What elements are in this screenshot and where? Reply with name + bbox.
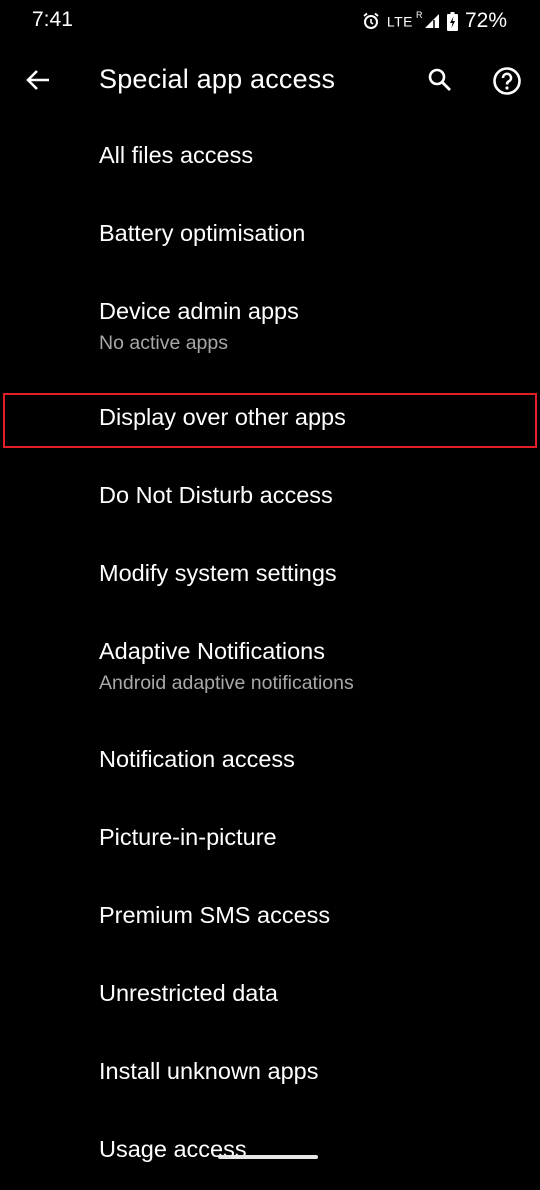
list-item-install-unknown-apps[interactable]: Install unknown apps: [0, 1034, 540, 1112]
status-bar: 7:41 LTE R 72%: [0, 0, 540, 44]
search-icon: [428, 68, 451, 91]
help-circle-icon: [493, 67, 521, 95]
help-button[interactable]: [490, 64, 524, 98]
item-title: All files access: [99, 142, 254, 168]
item-title: Device admin apps: [99, 298, 299, 324]
status-icons: LTE R 72%: [362, 8, 507, 34]
item-title: Unrestricted data: [99, 980, 278, 1006]
list-item-notification-access[interactable]: Notification access: [0, 722, 540, 800]
list-item-device-admin-apps[interactable]: Device admin apps No active apps: [0, 274, 540, 380]
list-item-unrestricted-data[interactable]: Unrestricted data: [0, 956, 540, 1034]
gesture-navigation-handle[interactable]: [218, 1155, 318, 1159]
lte-icon: LTE R: [386, 9, 423, 30]
item-title: Notification access: [99, 746, 295, 772]
back-button[interactable]: [22, 64, 54, 96]
item-title: Install unknown apps: [99, 1058, 319, 1084]
item-title: Adaptive Notifications: [99, 638, 325, 664]
roaming-indicator: R: [415, 9, 423, 20]
signal-icon: [424, 13, 440, 29]
arrow-left-icon: [26, 70, 49, 90]
battery-charging-icon: [446, 11, 458, 31]
item-title: Premium SMS access: [99, 902, 331, 928]
list-item-all-files-access[interactable]: All files access: [0, 118, 540, 196]
item-title: Display over other apps: [99, 404, 346, 430]
battery-percent: 72%: [464, 9, 507, 32]
item-title: Battery optimisation: [99, 220, 306, 246]
app-bar: Special app access: [0, 44, 540, 116]
list-item-do-not-disturb-access[interactable]: Do Not Disturb access: [0, 458, 540, 536]
item-title: Picture-in-picture: [99, 824, 277, 850]
list-item-display-over-other-apps[interactable]: Display over other apps: [0, 380, 540, 458]
alarm-icon: [362, 12, 380, 30]
list-item-usage-access[interactable]: Usage access: [0, 1112, 540, 1190]
item-title: Do Not Disturb access: [99, 482, 333, 508]
item-subtitle: No active apps: [99, 332, 228, 354]
status-time: 7:41: [32, 8, 73, 31]
list-item-picture-in-picture[interactable]: Picture-in-picture: [0, 800, 540, 878]
list-item-premium-sms-access[interactable]: Premium SMS access: [0, 878, 540, 956]
network-type: LTE: [386, 13, 413, 30]
item-subtitle: Android adaptive notifications: [99, 672, 354, 694]
list-item-battery-optimisation[interactable]: Battery optimisation: [0, 196, 540, 274]
list-item-adaptive-notifications[interactable]: Adaptive Notifications Android adaptive …: [0, 614, 540, 722]
page-title: Special app access: [99, 64, 336, 94]
search-button[interactable]: [424, 64, 456, 96]
item-title: Modify system settings: [99, 560, 337, 586]
list-item-modify-system-settings[interactable]: Modify system settings: [0, 536, 540, 614]
